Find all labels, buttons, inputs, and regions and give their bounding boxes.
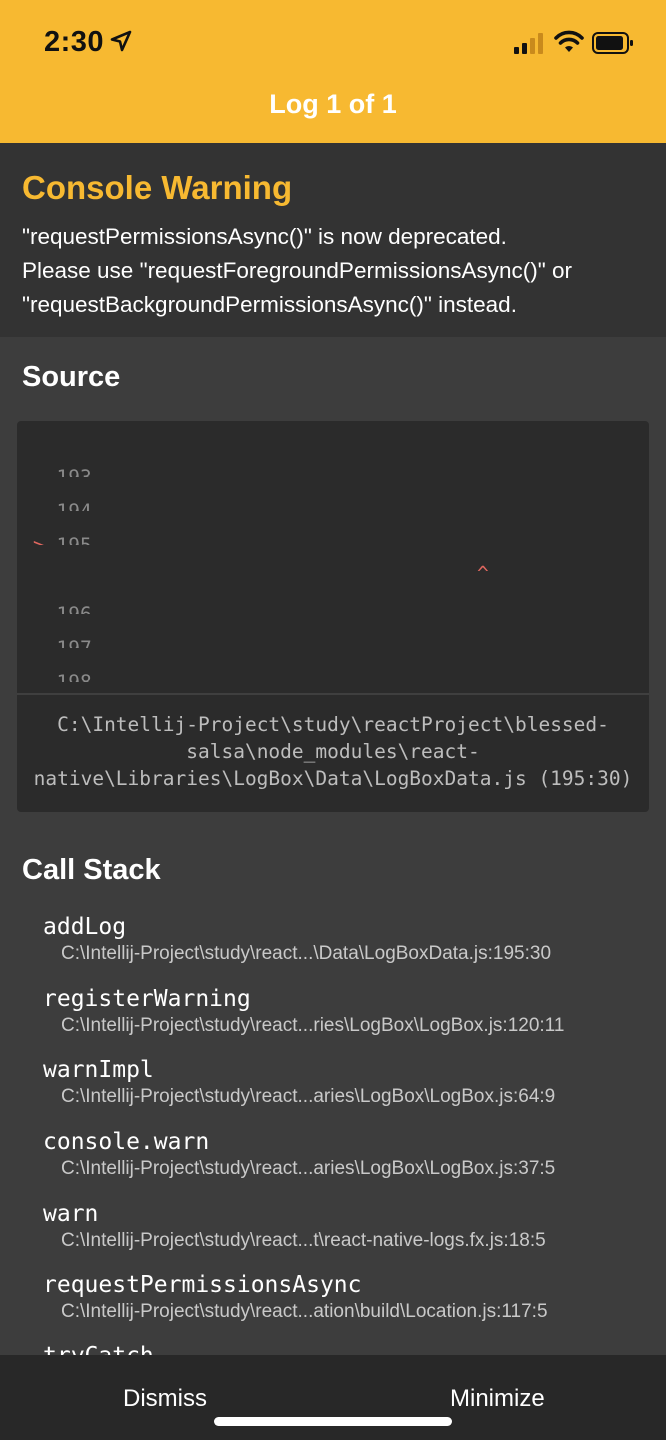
line-number: 198 [33,671,113,682]
warning-panel: Console Warning "requestPermissionsAsync… [0,143,666,337]
frame-function: addLog [43,914,127,940]
stack-frame[interactable]: registerWarning C:\Intellij-Project\stud… [43,986,643,1037]
code-line: 197 // Parsing logs are expensive so we … [17,614,649,648]
call-stack-heading: Call Stack [22,854,161,886]
stack-frame[interactable]: warn C:\Intellij-Project\study\react...t… [43,1201,643,1252]
warning-title: Console Warning [22,169,293,206]
line-number: 194 [33,500,113,511]
code-line: 196 [17,580,649,614]
minimize-button[interactable]: Minimize [450,1385,545,1413]
frame-location: C:\Intellij-Project\study\react...ation\… [61,1301,548,1322]
code-line: 198 // otherwise spammy logs would pause… [17,648,649,682]
line-number: 197 [33,637,113,648]
source-file-path[interactable]: C:\Intellij-Project\study\reactProject\b… [17,711,649,792]
status-bar: 2:30 [0,0,666,86]
frame-function: warn [43,1201,99,1227]
frame-location: C:\Intellij-Project\study\react...\Data\… [61,943,552,964]
frame-location: C:\Intellij-Project\study\react...aries\… [61,1158,556,1179]
location-arrow-icon [110,30,132,52]
stack-frame[interactable]: addLog C:\Intellij-Project\study\react..… [43,914,643,965]
footer-bar: Dismiss Minimize [0,1355,666,1440]
stack-frame[interactable]: warnImpl C:\Intellij-Project\study\react… [43,1057,643,1108]
stack-frame[interactable]: console.warn C:\Intellij-Project\study\r… [43,1129,643,1180]
frame-function: console.warn [43,1129,210,1155]
warning-message: "requestPermissionsAsync()" is now depre… [22,224,572,317]
error-caret: ^ [477,562,489,573]
frame-location: C:\Intellij-Project\study\react...t\reac… [61,1230,546,1251]
battery-icon [592,32,633,54]
home-indicator[interactable] [214,1417,452,1426]
line-number: 193 [33,466,113,477]
source-heading: Source [22,361,121,393]
code-line: 194 export function addLog(log: LogData)… [17,477,649,511]
code-frame[interactable]: 193 194 export function addLog(log: LogD… [17,421,649,812]
signal-icon [514,33,543,54]
app-header: 2:30 Log 1 of 1 [0,0,666,143]
frame-location: C:\Intellij-Project\study\react...aries\… [61,1086,556,1107]
frame-function: registerWarning [43,986,251,1012]
frame-function: requestPermissionsAsync [43,1272,362,1298]
caret-line: ^ [17,539,649,573]
frame-function: warnImpl [43,1057,154,1083]
wifi-icon [554,30,584,52]
frame-location: C:\Intellij-Project\study\react...ries\L… [61,1015,565,1036]
log-counter-title: Log 1 of 1 [269,89,397,119]
status-time: 2:30 [44,26,105,58]
stack-frame[interactable]: requestPermissionsAsync C:\Intellij-Proj… [43,1272,643,1323]
code-divider [17,693,649,695]
dismiss-button[interactable]: Dismiss [123,1385,207,1413]
line-number: 196 [33,603,113,614]
code-line: 193 [17,443,649,477]
